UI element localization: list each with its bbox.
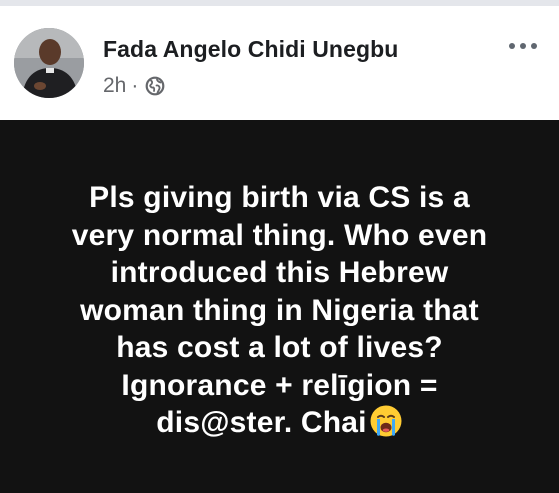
post-meta: 2h · [103,74,165,98]
status-line: very normal thing. Who even [71,218,488,252]
status-card: Pls giving birth via CS is a very normal… [0,120,559,493]
globe-icon[interactable] [145,76,165,96]
avatar-image [14,28,84,98]
status-line: has cost a lot of lives? [116,331,443,365]
loudly-crying-face-icon [369,404,403,448]
status-text: Pls giving birth via CS is a very normal… [20,179,540,448]
status-line: Pls giving birth via CS is a [89,181,470,215]
post-timestamp[interactable]: 2h [103,74,126,98]
post-header: Fada Angelo Chidi Unegbu 2h · [0,6,559,120]
facebook-post: Fada Angelo Chidi Unegbu 2h · Pls giving… [0,0,559,493]
status-line: introduced this Hebrew [110,256,449,290]
avatar[interactable] [14,28,84,98]
author-name[interactable]: Fada Angelo Chidi Unegbu [103,36,398,63]
status-line: woman thing in Nigeria that [80,293,479,327]
status-line-last: dis@ster. Chai [20,404,540,448]
meta-separator: · [131,74,139,97]
more-options-icon[interactable] [505,32,541,60]
status-line: Ignorance + relīgion = [121,368,438,402]
status-line-text: dis@ster. Chai [156,406,367,440]
